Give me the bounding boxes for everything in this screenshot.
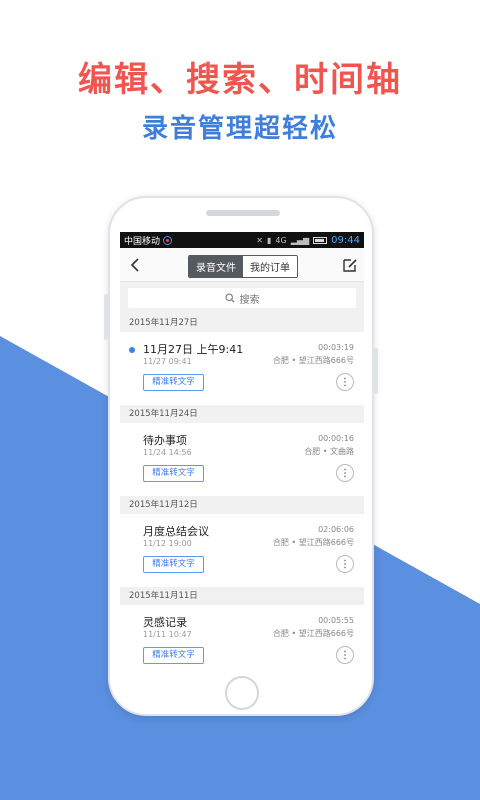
recording-location: 合肥 • 望江西路666号 bbox=[272, 538, 354, 547]
phone-volume-button bbox=[104, 294, 108, 340]
recording-datetime: 11/11 10:47 bbox=[143, 630, 192, 639]
recording-duration: 00:03:19 bbox=[318, 343, 354, 352]
sim-icon: ▮ bbox=[267, 235, 272, 245]
nav-bar: 录音文件 我的订单 bbox=[120, 248, 364, 282]
recording-duration: 00:00:16 bbox=[318, 434, 354, 443]
battery-icon bbox=[313, 236, 328, 244]
tab-recordings[interactable]: 录音文件 bbox=[189, 256, 243, 277]
recording-duration: 02:06:06 bbox=[318, 525, 354, 534]
recording-title: 11月27日 上午9:41 bbox=[143, 343, 244, 356]
date-header: 2015年11月11日 bbox=[120, 587, 364, 605]
transcribe-button[interactable]: 精准转文字 bbox=[143, 374, 204, 391]
transcribe-button[interactable]: 精准转文字 bbox=[143, 647, 204, 664]
status-bar-right: ✕ ▮ 4G ▂▄▆ 09:44 bbox=[256, 235, 360, 246]
status-bar: 中国移动 ✕ ▮ 4G ▂▄▆ 09:44 bbox=[120, 232, 364, 248]
tab-my-orders[interactable]: 我的订单 bbox=[243, 256, 297, 277]
more-icon bbox=[344, 377, 346, 387]
chevron-left-icon bbox=[130, 257, 139, 272]
recording-location: 合肥 • 文曲路 bbox=[304, 447, 354, 456]
date-header: 2015年11月24日 bbox=[120, 405, 364, 423]
list-item[interactable]: 待办事项 11/24 14:56 00:00:16 合肥 • 文曲路 精准转文字 bbox=[120, 423, 364, 496]
transcribe-button[interactable]: 精准转文字 bbox=[143, 556, 204, 573]
transcribe-button[interactable]: 精准转文字 bbox=[143, 465, 204, 482]
recording-title: 灵感记录 bbox=[143, 616, 187, 629]
new-indicator-dot bbox=[129, 347, 135, 353]
search-input[interactable]: 搜索 bbox=[128, 288, 356, 308]
back-button[interactable] bbox=[120, 248, 150, 282]
search-icon bbox=[224, 293, 235, 303]
promo-headline: 编辑、搜索、时间轴 bbox=[78, 60, 402, 100]
edit-icon[interactable] bbox=[342, 257, 358, 273]
recording-datetime: 11/27 09:41 bbox=[143, 357, 192, 366]
signal-icon: ▂▄▆ bbox=[290, 235, 310, 245]
phone-power-button bbox=[374, 348, 378, 394]
recording-location: 合肥 • 望江西路666号 bbox=[272, 356, 354, 365]
status-clock: 09:44 bbox=[331, 234, 360, 246]
network-label: 4G bbox=[275, 235, 287, 245]
date-header: 2015年11月27日 bbox=[120, 314, 364, 332]
more-options-button[interactable] bbox=[336, 464, 354, 482]
more-options-button[interactable] bbox=[336, 646, 354, 664]
list-item[interactable]: 11月27日 上午9:41 11/27 09:41 00:03:19 合肥 • … bbox=[120, 332, 364, 405]
more-options-button[interactable] bbox=[336, 373, 354, 391]
date-header: 2015年11月12日 bbox=[120, 496, 364, 514]
more-icon bbox=[344, 650, 346, 660]
promo-subline: 录音管理超轻松 bbox=[141, 114, 338, 144]
phone-home-button bbox=[225, 676, 259, 710]
recording-title: 月度总结会议 bbox=[143, 525, 209, 538]
phone-speaker bbox=[206, 210, 280, 216]
segmented-control: 录音文件 我的订单 bbox=[188, 255, 298, 278]
recording-duration: 00:05:55 bbox=[318, 616, 354, 625]
more-icon bbox=[344, 559, 346, 569]
phone-frame: 中国移动 ✕ ▮ 4G ▂▄▆ 09:44 录音文件 我的订单 搜索 2015年… bbox=[104, 196, 378, 716]
recording-location: 合肥 • 望江西路666号 bbox=[272, 629, 354, 638]
recording-datetime: 11/24 14:56 bbox=[143, 448, 192, 457]
search-area: 搜索 bbox=[120, 282, 364, 314]
carrier-label: 中国移动 bbox=[124, 236, 161, 247]
app-screen: 中国移动 ✕ ▮ 4G ▂▄▆ 09:44 录音文件 我的订单 搜索 2015年… bbox=[120, 232, 364, 666]
mute-icon: ✕ bbox=[256, 235, 263, 245]
recording-indicator-icon bbox=[163, 235, 173, 245]
recording-datetime: 11/12 19:00 bbox=[143, 539, 192, 548]
more-icon bbox=[344, 468, 346, 478]
search-placeholder: 搜索 bbox=[239, 294, 260, 306]
list-item[interactable]: 月度总结会议 11/12 19:00 02:06:06 合肥 • 望江西路666… bbox=[120, 514, 364, 587]
list-item[interactable]: 灵感记录 11/11 10:47 00:05:55 合肥 • 望江西路666号 … bbox=[120, 605, 364, 666]
recording-title: 待办事项 bbox=[143, 434, 187, 447]
more-options-button[interactable] bbox=[336, 555, 354, 573]
